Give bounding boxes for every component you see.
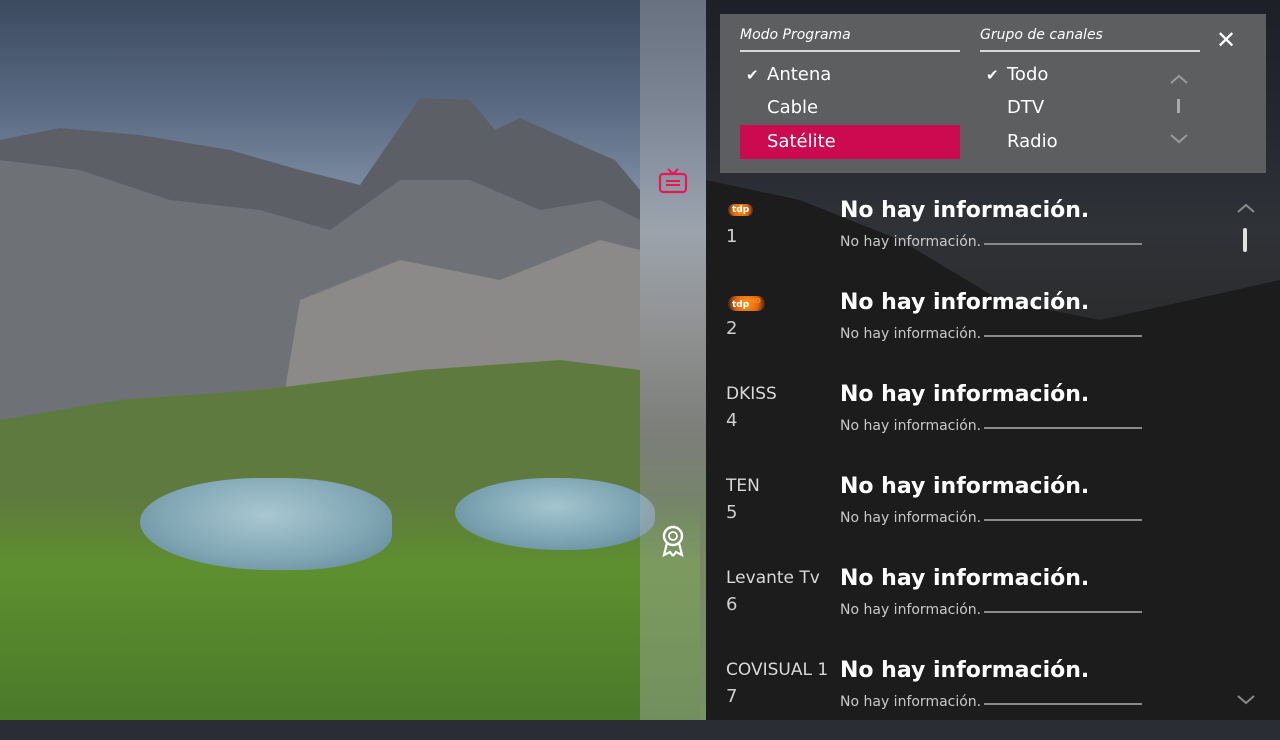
channel-number: 7 xyxy=(726,686,738,707)
channel-row[interactable]: tdpHD 2 No hay información. No hay informac… xyxy=(706,280,1246,372)
program-subtitle: No hay información. xyxy=(840,234,982,250)
channel-logo: tdpHD xyxy=(728,296,765,311)
option-dtv[interactable]: DTV xyxy=(980,91,1160,125)
channel-row[interactable]: tdp 1 No hay información. No hay informació… xyxy=(706,188,1246,280)
list-scrollbar-thumb[interactable] xyxy=(1243,228,1247,252)
program-title: No hay información. xyxy=(840,198,1090,223)
program-progress-bar xyxy=(984,519,1142,521)
option-antena[interactable]: ✔ Antena xyxy=(740,58,960,92)
channel-logo-text: tdp xyxy=(732,205,750,215)
channel-number: 4 xyxy=(726,410,738,431)
option-label: Satélite xyxy=(767,131,836,152)
channel-row[interactable]: TEN 5 No hay información. No hay informació… xyxy=(706,464,1246,556)
chevron-down-icon[interactable] xyxy=(1168,128,1190,150)
channel-logo: tdp xyxy=(728,204,754,216)
divider xyxy=(980,50,1200,52)
channel-name: Levante Tv xyxy=(726,568,820,588)
channel-name: COVISUAL 1 xyxy=(726,660,829,680)
program-progress-bar xyxy=(984,611,1142,613)
option-label: Radio xyxy=(1007,131,1058,152)
program-title: No hay información. xyxy=(840,566,1090,591)
program-subtitle: No hay información. xyxy=(840,694,982,710)
chevron-up-icon[interactable] xyxy=(1168,68,1190,90)
program-title: No hay información. xyxy=(840,382,1090,407)
side-strip xyxy=(640,0,706,720)
channel-group-title: Grupo de canales xyxy=(980,27,1103,43)
program-progress-bar xyxy=(984,335,1142,337)
check-icon: ✔ xyxy=(986,66,999,84)
divider xyxy=(740,50,960,52)
option-label: Todo xyxy=(1007,64,1049,85)
program-subtitle: No hay información. xyxy=(840,602,982,618)
option-satelite[interactable]: Satélite xyxy=(740,125,960,159)
program-title: No hay información. xyxy=(840,290,1090,315)
program-progress-bar xyxy=(984,703,1142,705)
option-label: Cable xyxy=(767,97,819,118)
channel-logo-text: tdp xyxy=(732,300,750,310)
program-mode-title: Modo Programa xyxy=(740,27,851,43)
channel-number: 2 xyxy=(726,318,738,339)
option-cable[interactable]: Cable xyxy=(740,91,960,125)
close-icon[interactable]: ✕ xyxy=(1214,28,1238,52)
channel-row[interactable]: Levante Tv 6 No hay información. No hay inf… xyxy=(706,556,1246,648)
option-todo[interactable]: ✔ Todo xyxy=(980,58,1160,92)
tv-icon[interactable] xyxy=(656,164,690,198)
program-title: No hay información. xyxy=(840,658,1090,683)
channel-name: TEN xyxy=(726,476,760,496)
channel-number: 5 xyxy=(726,502,738,523)
program-title: No hay información. xyxy=(840,474,1090,499)
option-label: DTV xyxy=(1007,97,1045,118)
program-progress-bar xyxy=(984,243,1142,245)
chevron-down-icon[interactable] xyxy=(1234,688,1258,712)
channel-row[interactable]: COVISUAL 1 7 No hay información. No hay inf… xyxy=(706,648,1246,740)
chevron-up-icon[interactable] xyxy=(1234,196,1258,220)
program-subtitle: No hay información. xyxy=(840,510,982,526)
panel-scrollbar-thumb[interactable] xyxy=(1177,99,1180,113)
channel-logo-suffix: HD xyxy=(749,297,761,305)
channel-number: 1 xyxy=(726,226,738,247)
channel-row[interactable]: DKISS 4 No hay información. No hay informac… xyxy=(706,372,1246,464)
award-icon[interactable] xyxy=(656,524,690,558)
program-subtitle: No hay información. xyxy=(840,326,982,342)
option-label: Antena xyxy=(767,64,832,85)
channel-number: 6 xyxy=(726,594,738,615)
channel-name: DKISS xyxy=(726,384,777,404)
option-radio[interactable]: Radio xyxy=(980,125,1160,159)
program-subtitle: No hay información. xyxy=(840,418,982,434)
program-progress-bar xyxy=(984,427,1142,429)
check-icon: ✔ xyxy=(746,66,759,84)
